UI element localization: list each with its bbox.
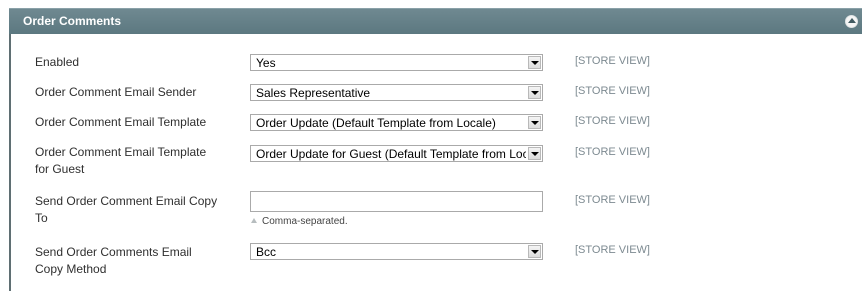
enabled-select[interactable]: Yes (250, 54, 543, 71)
copy-to-scope: [STORE VIEW] (575, 194, 650, 206)
copy-method-label-line2: Copy Method (35, 262, 107, 276)
note-triangle-icon (251, 218, 257, 223)
sender-label: Order Comment Email Sender (35, 85, 197, 99)
copy-to-note-text: Comma-separated. (262, 216, 348, 227)
enabled-select-value: Yes (256, 56, 276, 70)
copy-to-note: Comma-separated. (251, 216, 348, 227)
sender-select[interactable]: Sales Representative (250, 84, 543, 101)
copy-to-label-line1: Send Order Comment Email Copy (35, 194, 218, 208)
dropdown-arrow-icon[interactable] (528, 116, 541, 129)
template-scope: [STORE VIEW] (575, 115, 650, 127)
dropdown-arrow-icon[interactable] (528, 56, 541, 69)
copy-method-label: Send Order Comments Email Copy Method (35, 244, 235, 278)
template-label: Order Comment Email Template (35, 115, 207, 129)
copy-method-select[interactable]: Bcc (250, 243, 543, 260)
copy-method-scope: [STORE VIEW] (575, 244, 650, 256)
chevron-up-circle-icon[interactable] (845, 15, 858, 28)
template-select-value: Order Update (Default Template from Loca… (256, 116, 496, 130)
copy-to-input[interactable] (250, 191, 543, 212)
guest-template-select[interactable]: Order Update for Guest (Default Template… (250, 145, 543, 162)
guest-template-select-value: Order Update for Guest (Default Template… (256, 147, 526, 161)
copy-to-label: Send Order Comment Email Copy To (35, 193, 235, 227)
config-page: Order Comments Enabled Yes [STORE VIEW] … (0, 0, 862, 291)
template-select[interactable]: Order Update (Default Template from Loca… (250, 114, 543, 131)
section-header[interactable]: Order Comments (9, 8, 862, 34)
guest-template-label-line2: for Guest (35, 162, 85, 176)
copy-method-select-value: Bcc (256, 245, 277, 259)
copy-method-label-line1: Send Order Comments Email (35, 245, 192, 259)
dropdown-arrow-icon[interactable] (528, 245, 541, 258)
section-left-border (9, 34, 11, 291)
dropdown-arrow-icon[interactable] (528, 147, 541, 160)
dropdown-arrow-icon[interactable] (528, 86, 541, 99)
guest-template-label: Order Comment Email Template for Guest (35, 144, 235, 178)
enabled-label: Enabled (35, 55, 80, 69)
section-title: Order Comments (23, 14, 122, 28)
sender-scope: [STORE VIEW] (575, 85, 650, 97)
enabled-scope: [STORE VIEW] (575, 55, 650, 67)
sender-select-value: Sales Representative (256, 86, 371, 100)
guest-template-label-line1: Order Comment Email Template (35, 145, 207, 159)
copy-to-label-line2: To (35, 211, 48, 225)
guest-template-scope: [STORE VIEW] (575, 146, 650, 158)
